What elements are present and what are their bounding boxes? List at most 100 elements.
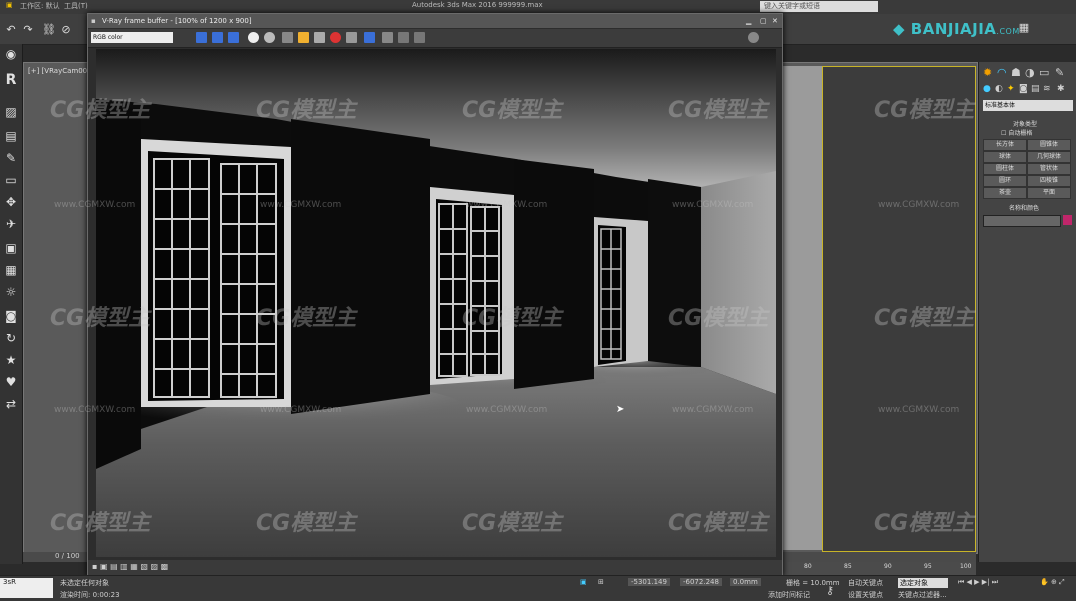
- systems-icon[interactable]: ✱: [1057, 84, 1065, 94]
- vray-frame-buffer-window[interactable]: ▪ V-Ray frame buffer - [100% of 1200 x 9…: [87, 13, 783, 577]
- playback-controls[interactable]: ⏮ ◀ ▶ ▶| ⏭: [958, 578, 998, 587]
- teapot-button[interactable]: 茶壶: [983, 187, 1027, 199]
- auto-key-button[interactable]: 自动关键点: [848, 578, 883, 588]
- open-icon[interactable]: [298, 32, 309, 43]
- grid-icon[interactable]: ▦: [3, 262, 19, 278]
- rollout-name-color[interactable]: 名称和颜色: [1009, 203, 1039, 212]
- star-icon[interactable]: ★: [3, 352, 19, 368]
- object-name-input[interactable]: [983, 215, 1061, 227]
- geometry-icon[interactable]: ●: [983, 84, 991, 94]
- share-icon[interactable]: ⇄: [3, 396, 19, 412]
- layers-icon[interactable]: ▤: [3, 128, 19, 144]
- settings-icon[interactable]: [748, 32, 759, 43]
- tick-label: 95: [924, 563, 932, 570]
- cone-button[interactable]: 圆锥体: [1027, 139, 1071, 151]
- hierarchy-tab-icon[interactable]: ☗: [1011, 66, 1021, 79]
- mono-icon[interactable]: [264, 32, 275, 43]
- redo-icon[interactable]: ↷: [22, 24, 34, 36]
- y-coordinate-field[interactable]: -6072.248: [680, 578, 722, 586]
- lights-icon[interactable]: ✦: [1007, 84, 1015, 94]
- render-svg: [96, 49, 776, 557]
- lock-selection-icon[interactable]: ▣: [580, 578, 587, 586]
- refresh-icon[interactable]: ↻: [3, 330, 19, 346]
- save-icon[interactable]: [282, 32, 293, 43]
- channel-select[interactable]: RGB color: [91, 32, 173, 43]
- plane-icon[interactable]: ✈: [3, 216, 19, 232]
- display-icon[interactable]: ▭: [3, 172, 19, 188]
- box-button[interactable]: 长方体: [983, 139, 1027, 151]
- render-r-icon[interactable]: R: [3, 72, 19, 88]
- eye-icon[interactable]: ◉: [3, 46, 19, 62]
- compare-icon[interactable]: [398, 32, 409, 43]
- geosphere-button[interactable]: 几何球体: [1027, 151, 1071, 163]
- primitive-dropdown[interactable]: 标准基本体: [983, 100, 1073, 111]
- cameras-icon[interactable]: ◙: [1019, 84, 1028, 94]
- create-tab-icon[interactable]: ✹: [983, 66, 992, 79]
- track-mouse-icon[interactable]: [382, 32, 393, 43]
- key-filters-button[interactable]: 关键点过滤器...: [898, 590, 947, 600]
- green-channel-icon[interactable]: [212, 32, 223, 43]
- minimize-icon[interactable]: ▁: [746, 14, 751, 28]
- maximize-icon[interactable]: ▢: [760, 14, 767, 28]
- absolute-mode-icon[interactable]: ⊞: [598, 578, 604, 586]
- menu-tools[interactable]: 工具(T): [64, 1, 88, 11]
- sphere-button[interactable]: 球体: [983, 151, 1027, 163]
- box-icon[interactable]: ▣: [3, 240, 19, 256]
- move-icon[interactable]: ✥: [3, 194, 19, 210]
- sun-icon[interactable]: ☼: [3, 284, 19, 300]
- display-tab-icon[interactable]: ▭: [1039, 66, 1049, 79]
- spacewarps-icon[interactable]: ≋: [1043, 84, 1051, 94]
- link-icon[interactable]: ⛓: [42, 24, 56, 36]
- edit-icon[interactable]: ✎: [3, 150, 19, 166]
- selection-set-dropdown[interactable]: 选定对象: [898, 578, 948, 588]
- stop-render-icon[interactable]: [330, 32, 341, 43]
- timeline-ruler[interactable]: 80 85 90 95 100: [780, 562, 976, 575]
- clear-icon[interactable]: [346, 32, 357, 43]
- alpha-channel-icon[interactable]: [248, 32, 259, 43]
- undo-icon[interactable]: ↶: [5, 24, 17, 36]
- key-icon[interactable]: ⚷: [826, 584, 834, 597]
- copy-icon[interactable]: [314, 32, 325, 43]
- search-input[interactable]: 键入关键字或短语: [760, 1, 878, 12]
- tick-label: 100: [960, 563, 972, 570]
- rollout-object-type[interactable]: 对象类型: [1013, 119, 1037, 128]
- blue-channel-icon[interactable]: [228, 32, 239, 43]
- camera-icon[interactable]: ◙: [3, 308, 19, 324]
- logo-suffix: .COM: [996, 27, 1020, 36]
- add-time-tag[interactable]: 添加时间标记: [768, 590, 810, 600]
- torus-button[interactable]: 圆环: [983, 175, 1027, 187]
- modify-tab-icon[interactable]: ◠: [997, 66, 1007, 79]
- left-toolbar: ◉ R ▨ ▤ ✎ ▭ ✥ ✈ ▣ ▦ ☼ ◙ ↻ ★ ♥ ⇄: [0, 44, 23, 564]
- vfb-title: V-Ray frame buffer - [100% of 1200 x 900…: [102, 17, 252, 25]
- color-swatch[interactable]: [1063, 215, 1072, 225]
- unlink-icon[interactable]: ⊘: [60, 24, 72, 36]
- heart-icon[interactable]: ♥: [3, 374, 19, 390]
- helpers-icon[interactable]: ▤: [1031, 84, 1040, 94]
- utilities-tab-icon[interactable]: ✎: [1055, 66, 1064, 79]
- x-coordinate-field[interactable]: -5301.149: [628, 578, 670, 586]
- cylinder-button[interactable]: 圆柱体: [983, 163, 1027, 175]
- command-tabs: ✹ ◠ ☗ ◑ ▭ ✎: [983, 66, 1073, 80]
- vfb-title-bar[interactable]: ▪ V-Ray frame buffer - [100% of 1200 x 9…: [88, 14, 782, 28]
- close-icon[interactable]: ✕: [772, 14, 778, 28]
- app-icon[interactable]: ▣: [6, 1, 13, 9]
- snap-icon[interactable]: ▦: [1018, 22, 1030, 34]
- active-viewport[interactable]: [822, 66, 976, 552]
- menu-workspace[interactable]: 工作区: 默认: [20, 1, 60, 11]
- navigation-controls[interactable]: ✋ ⊕ ⤢: [1040, 578, 1065, 587]
- autogrid-checkbox[interactable]: ☐ 自动栅格: [1001, 128, 1032, 137]
- red-channel-icon[interactable]: [196, 32, 207, 43]
- pyramid-button[interactable]: 四棱锥: [1027, 175, 1071, 187]
- maxscript-listener[interactable]: 3sR: [0, 578, 53, 598]
- vfb-status-icons[interactable]: ▪ ▣ ▤ ▥ ▦ ▧ ▨ ▩: [92, 562, 168, 571]
- image-icon[interactable]: ▨: [3, 104, 19, 120]
- history-icon[interactable]: [414, 32, 425, 43]
- set-key-button[interactable]: 设置关键点: [848, 590, 883, 600]
- region-render-icon[interactable]: [364, 32, 375, 43]
- frame-counter: 0 / 100: [55, 552, 80, 560]
- tube-button[interactable]: 管状体: [1027, 163, 1071, 175]
- motion-tab-icon[interactable]: ◑: [1025, 66, 1035, 79]
- z-coordinate-field[interactable]: 0.0mm: [730, 578, 761, 586]
- plane-button[interactable]: 平面: [1027, 187, 1071, 199]
- shapes-icon[interactable]: ◐: [995, 84, 1003, 94]
